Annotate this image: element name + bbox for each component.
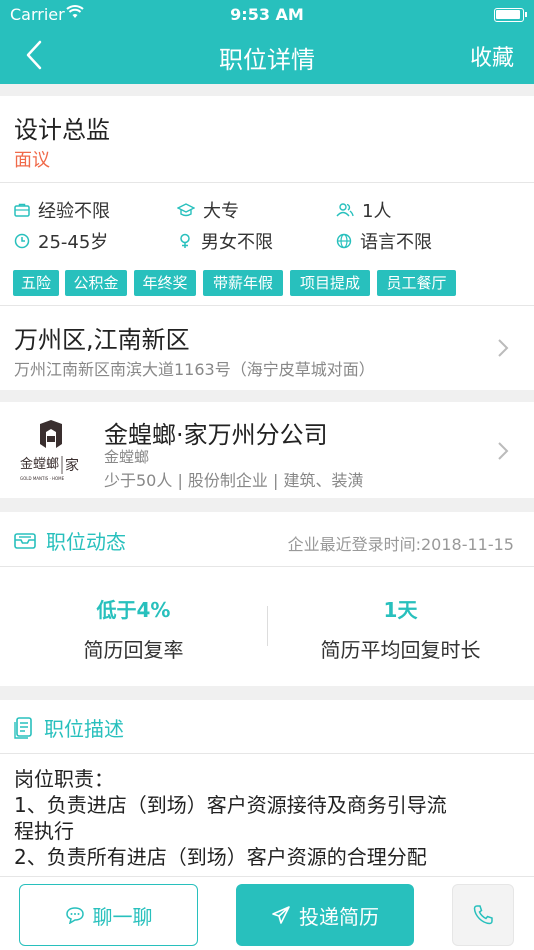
briefcase-icon (14, 203, 30, 217)
requirement-label: 25-45岁 (38, 232, 109, 253)
status-bar: Carrier 9:53 AM (0, 0, 534, 30)
benefit-tag: 五险 (13, 270, 59, 296)
clock-icon (14, 233, 30, 249)
requirement-age: 25-45岁 (14, 228, 108, 254)
benefit-tag: 公积金 (65, 270, 127, 296)
gender-icon (180, 233, 190, 248)
company-short-name: 金螳螂 (104, 448, 150, 466)
requirement-label: 语言不限 (360, 232, 432, 253)
benefit-tag: 项目提成 (290, 270, 370, 296)
requirement-label: 大专 (203, 201, 239, 222)
address-detail: 万州江南新区南滨大道1163号（海宁皮草城对面） (14, 360, 375, 379)
salary: 面议 (14, 150, 50, 171)
reply-time-value: 1天 (383, 598, 418, 622)
company-info: 少于50人 | 股份制企业 | 建筑、装潢 (104, 471, 364, 490)
requirement-education: 大专 (177, 197, 239, 223)
reply-rate-value: 低于4% (96, 598, 171, 622)
battery-icon (494, 8, 527, 22)
benefit-tag: 年终奖 (134, 270, 196, 296)
top-bar: Carrier 9:53 AM 职位详情 收藏 (0, 0, 534, 84)
dynamics-title: 职位动态 (46, 530, 126, 554)
company-name: 金蝗螂·家万州分公司 (104, 421, 328, 449)
description-line: 2、负责所有进店（到场）客户资源的合理分配 (14, 845, 427, 869)
clock: 9:53 AM (230, 5, 304, 24)
requirement-language: 语言不限 (336, 228, 432, 254)
requirement-experience: 经验不限 (14, 197, 110, 223)
requirement-label: 1人 (362, 201, 392, 222)
description-line: 岗位职责： (14, 767, 114, 791)
description-line: 程执行 (14, 819, 74, 843)
dynamics-header: 职位动态 (14, 526, 126, 555)
requirement-label: 经验不限 (38, 201, 110, 222)
document-icon (14, 716, 32, 739)
requirement-gender: 男女不限 (177, 228, 273, 254)
logo-home: 家 (65, 457, 79, 474)
apply-label: 投递简历 (299, 904, 379, 929)
company-logo-mark: 金螳螂 家 GOLD MANTIS · HOME (20, 420, 79, 481)
apply-button[interactable]: 投递简历 (236, 884, 414, 946)
divider (0, 753, 534, 754)
send-icon (272, 906, 290, 924)
chevron-right-icon (498, 339, 509, 357)
description-line: 1、负责进店（到场）客户资源接待及商务引导流 (14, 793, 447, 817)
benefit-tag: 员工餐厅 (377, 270, 456, 296)
logo-text: 金螳螂 (20, 456, 59, 472)
chat-button[interactable]: 聊一聊 (19, 884, 198, 946)
requirement-headcount: 1人 (336, 197, 391, 223)
description-title: 职位描述 (44, 717, 124, 741)
company-logo: 金螳螂 家 GOLD MANTIS · HOME (18, 420, 84, 486)
description-text: 岗位职责： 1、负责进店（到场）客户资源接待及商务引导流 程执行 2、负责所有进… (14, 766, 524, 870)
logo-sub: GOLD MANTIS · HOME (20, 476, 65, 481)
requirement-label: 男女不限 (201, 232, 273, 253)
address-district: 万州区,江南新区 (14, 326, 190, 354)
divider (0, 182, 534, 183)
nav-bar: 职位详情 收藏 (0, 30, 534, 84)
description-header: 职位描述 (14, 713, 124, 742)
page-title: 职位详情 (219, 46, 315, 74)
last-login: 企业最近登录时间:2018-11-15 (287, 535, 514, 554)
phone-button[interactable] (452, 884, 514, 946)
divider (0, 566, 534, 567)
graduation-cap-icon (177, 203, 195, 217)
globe-icon (336, 233, 352, 249)
job-title: 设计总监 (14, 116, 110, 144)
divider (0, 305, 534, 306)
benefit-tag: 带薪年假 (203, 270, 283, 296)
phone-icon (473, 905, 493, 925)
chat-label: 聊一聊 (92, 904, 153, 929)
reply-time-label: 简历平均回复时长 (320, 638, 481, 662)
bottom-action-bar: 聊一聊 投递简历 (0, 876, 534, 950)
favorite-button[interactable]: 收藏 (470, 40, 514, 72)
chevron-right-icon (498, 442, 509, 460)
people-icon (336, 203, 354, 217)
chat-bubble-icon (65, 907, 84, 924)
inbox-icon (14, 532, 36, 549)
reply-rate-label: 简历回复率 (83, 638, 184, 662)
